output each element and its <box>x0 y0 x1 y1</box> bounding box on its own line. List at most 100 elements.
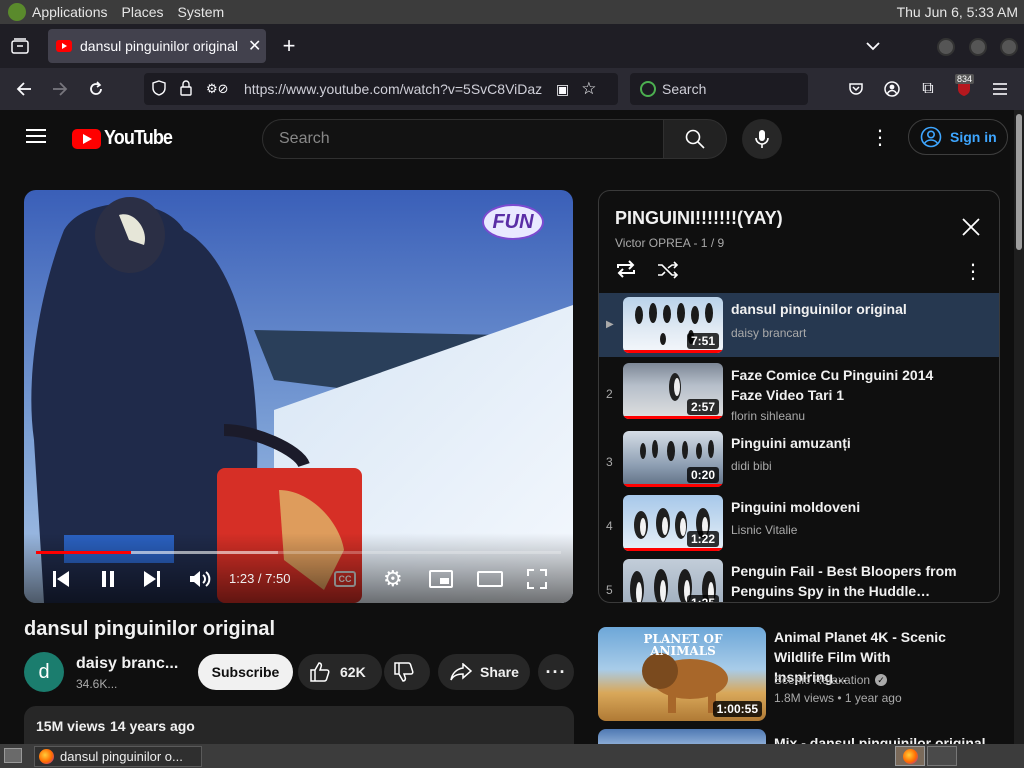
hamburger-menu-icon[interactable] <box>988 77 1012 101</box>
firefox-icon <box>39 749 54 764</box>
more-actions-button[interactable]: ··· <box>538 654 574 690</box>
recommended-video[interactable]: Mix - dansul pinguinilor original <box>598 729 1008 744</box>
forward-arrow-icon[interactable] <box>48 77 72 101</box>
playlist-item-title[interactable]: dansul pinguinilor original <box>731 299 961 319</box>
playlist-item-title[interactable]: Penguin Fail - Best Bloopers from Pengui… <box>731 561 961 601</box>
recommended-age: 1 year ago <box>844 691 902 705</box>
distro-logo-icon[interactable] <box>8 3 26 21</box>
playlist-item[interactable]: 2 2:57 Faze Comice Cu Pinguini 2014 Faze… <box>599 359 999 423</box>
volume-icon[interactable] <box>189 569 211 594</box>
close-playlist-icon[interactable] <box>961 217 981 242</box>
extensions-puzzle-icon[interactable]: ⧉ <box>916 77 940 101</box>
previous-video-icon[interactable] <box>52 570 70 593</box>
workspace-2[interactable] <box>927 746 957 766</box>
close-tab-icon[interactable]: ✕ <box>248 36 261 56</box>
playlist-title[interactable]: PINGUINI!!!!!!!(YAY) <box>615 208 783 229</box>
settings-gear-icon[interactable]: ⚙ <box>383 568 403 590</box>
verified-check-icon: ✓ <box>875 674 888 686</box>
playlist-item-title[interactable]: Pinguini moldoveni <box>731 497 961 517</box>
list-tabs-icon[interactable] <box>861 34 885 58</box>
share-button[interactable]: Share <box>438 654 530 690</box>
clock[interactable]: Thu Jun 6, 5:33 AM <box>897 4 1018 20</box>
playlist-item[interactable]: ▶ 7:51 dansul pinguinilor original daisy… <box>599 293 999 357</box>
account-icon[interactable] <box>880 77 904 101</box>
youtube-logo[interactable]: YouTube <box>72 127 180 150</box>
window-minimize-button[interactable] <box>937 38 955 56</box>
playlist-item[interactable]: 5 1:25 Penguin Fail - Best Bloopers from… <box>599 555 999 602</box>
reader-view-icon[interactable]: ▣ <box>556 81 569 98</box>
navigation-toolbar: ⚙⊘ https://www.youtube.com/watch?v=5SvC8… <box>0 68 1024 110</box>
menu-system[interactable]: System <box>178 4 225 20</box>
video-description-box[interactable]: 15M views 14 years ago <box>24 706 574 744</box>
show-desktop-icon[interactable] <box>4 748 22 763</box>
youtube-logo-text: YouTube <box>104 127 173 149</box>
url-bar[interactable]: ⚙⊘ https://www.youtube.com/watch?v=5SvC8… <box>144 73 618 105</box>
playlist-item-title[interactable]: Pinguini amuzanți <box>731 433 961 453</box>
progress-bar[interactable] <box>36 551 561 554</box>
web-search-bar[interactable]: Search <box>630 73 808 105</box>
taskbar-window-firefox[interactable]: dansul pinguinilor o... <box>34 746 202 767</box>
sign-in-button[interactable]: Sign in <box>908 119 1008 155</box>
thumbnail[interactable]: 2:57 <box>623 363 723 419</box>
next-video-icon[interactable] <box>143 570 161 593</box>
pocket-icon[interactable] <box>844 77 868 101</box>
youtube-play-logo-icon <box>72 128 101 149</box>
playlist-menu-icon[interactable]: ⋮ <box>963 259 983 284</box>
playlist-item[interactable]: 4 1:22 Pinguini moldoveni Lisnic Vitalie <box>599 491 999 555</box>
youtube-search-input[interactable]: Search <box>262 119 664 159</box>
workspace-switcher[interactable] <box>895 746 925 766</box>
video-title: dansul pinguinilor original <box>24 618 276 640</box>
pause-icon[interactable] <box>100 570 116 593</box>
sign-in-label: Sign in <box>950 129 997 145</box>
fullscreen-icon[interactable] <box>527 569 547 594</box>
guide-menu-icon[interactable] <box>26 128 46 149</box>
dislike-button[interactable] <box>384 654 430 690</box>
recommended-title[interactable]: Mix - dansul pinguinilor original <box>774 735 1004 744</box>
window-maximize-button[interactable] <box>969 38 987 56</box>
thumbnail[interactable]: 7:51 <box>623 297 723 353</box>
back-arrow-icon[interactable] <box>12 77 36 101</box>
youtube-search-button[interactable] <box>663 119 727 159</box>
playlist-item-index: 4 <box>606 519 613 533</box>
permissions-icon[interactable]: ⚙⊘ <box>206 81 244 97</box>
video-player[interactable]: FUN 1:23 / 7:50 CC ⚙ <box>24 190 573 603</box>
voice-search-button[interactable] <box>742 119 782 159</box>
duration-badge: 0:20 <box>686 467 719 483</box>
now-playing-indicator: ▶ <box>606 319 614 330</box>
thumbnail[interactable]: 1:22 <box>623 495 723 551</box>
tab-youtube[interactable]: dansul pinguinilor original - ✕ <box>48 29 266 63</box>
page-scrollbar[interactable] <box>1014 110 1024 744</box>
time-display: 1:23 / 7:50 <box>229 571 291 586</box>
reload-icon[interactable] <box>84 77 108 101</box>
tracking-shield-icon[interactable] <box>152 79 168 99</box>
channel-name[interactable]: daisy branc... <box>76 655 178 673</box>
like-button[interactable]: 62K <box>298 654 382 690</box>
recommended-video[interactable]: PLANET OF ANIMALS 1:00:55 Animal Planet … <box>598 627 1008 721</box>
window-close-button[interactable] <box>1000 38 1018 56</box>
scrollbar-thumb[interactable] <box>1016 114 1022 250</box>
subscribe-button[interactable]: Subscribe <box>198 654 293 690</box>
captions-icon[interactable]: CC <box>334 571 356 587</box>
tab-overview-icon[interactable] <box>8 34 32 58</box>
new-tab-icon[interactable]: + <box>277 33 301 58</box>
url-text[interactable]: https://www.youtube.com/watch?v=5SvC8ViD… <box>244 81 546 97</box>
shuffle-icon[interactable] <box>657 261 679 284</box>
more-options-icon[interactable]: ⋮ <box>870 128 890 152</box>
playlist-item-author: daisy brancart <box>731 326 807 340</box>
thumbnail[interactable]: 0:20 <box>623 431 723 487</box>
bookmark-star-icon[interactable]: ☆ <box>581 79 596 99</box>
miniplayer-icon[interactable] <box>429 570 453 593</box>
thumbnail[interactable]: PLANET OF ANIMALS 1:00:55 <box>598 627 766 721</box>
menu-places[interactable]: Places <box>122 4 164 20</box>
loop-playlist-icon[interactable] <box>615 259 637 284</box>
lock-icon[interactable] <box>180 79 194 99</box>
playlist-item-title[interactable]: Faze Comice Cu Pinguini 2014 Faze Video … <box>731 365 961 405</box>
playlist-item[interactable]: 3 0:20 Pinguini amuzanți didi bibi <box>599 427 999 491</box>
playlist-meta[interactable]: Victor OPREA - 1 / 9 <box>615 236 724 250</box>
channel-avatar[interactable]: d <box>24 652 64 692</box>
share-label: Share <box>480 664 519 680</box>
menu-applications[interactable]: Applications <box>32 4 108 20</box>
theater-mode-icon[interactable] <box>477 571 503 592</box>
thumbnail[interactable] <box>598 729 766 744</box>
thumbnail[interactable]: 1:25 <box>623 559 723 602</box>
